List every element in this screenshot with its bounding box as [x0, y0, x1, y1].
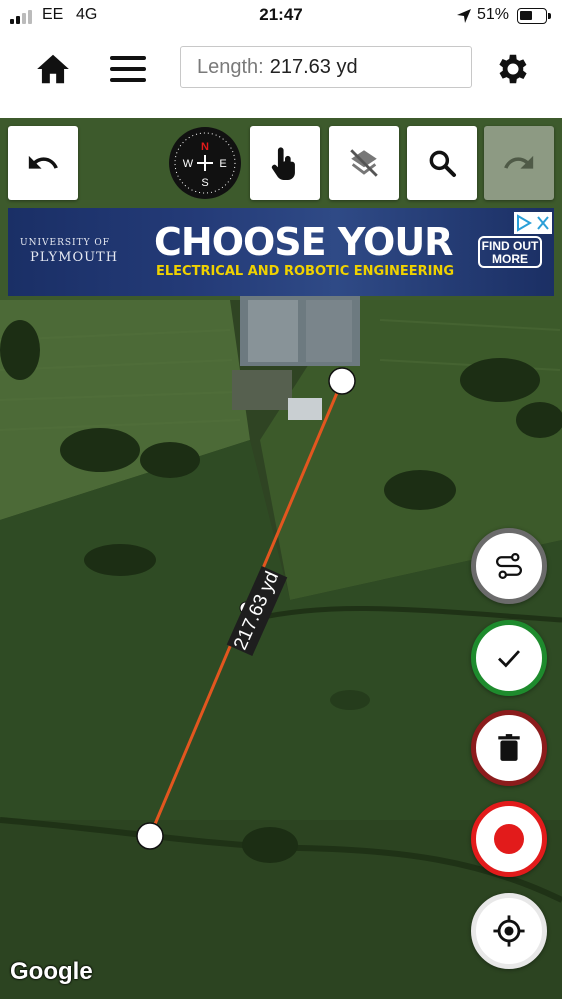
done-button[interactable]: [471, 620, 547, 696]
compass-icon[interactable]: N S W E: [168, 126, 242, 200]
length-value: 217.63 yd: [269, 55, 358, 78]
touch-mode-button[interactable]: [250, 126, 320, 200]
status-bar: EE 4G 21:47 51%: [0, 0, 562, 32]
ad-cta-line2: MORE: [492, 252, 528, 266]
compass-south: S: [201, 177, 208, 189]
ad-banner[interactable]: UNIVERSITY OF PLYMOUTH CHOOSE YOUR ELECT…: [8, 208, 554, 296]
menu-icon[interactable]: [110, 54, 146, 84]
location-arrow-icon: [457, 9, 471, 23]
touch-icon: [271, 147, 295, 180]
compass-west: W: [183, 158, 194, 170]
ad-university-line2: PLYMOUTH: [30, 250, 119, 265]
compass-east: E: [219, 158, 226, 170]
redo-button[interactable]: [484, 126, 554, 200]
check-icon: [498, 650, 521, 668]
crosshair-icon: [493, 915, 525, 947]
ad-cta-button[interactable]: FIND OUT MORE: [478, 236, 542, 268]
battery-icon: [517, 8, 547, 24]
length-label: Length:: [197, 55, 264, 78]
line-endpoint-handle[interactable]: [136, 822, 164, 850]
route-button[interactable]: [471, 528, 547, 604]
length-field: Length: 217.63 yd: [180, 46, 472, 88]
search-icon: [429, 150, 456, 177]
record-icon: [494, 824, 524, 854]
redo-icon: [504, 155, 534, 169]
ad-university-line1: UNIVERSITY OF: [20, 238, 111, 248]
record-button[interactable]: [471, 801, 547, 877]
battery-percent: 51%: [477, 6, 510, 23]
google-attribution: Google: [10, 958, 93, 985]
gear-icon[interactable]: [494, 50, 532, 88]
layers-button[interactable]: [329, 126, 399, 200]
layers-off-icon: [350, 149, 378, 177]
route-icon: [496, 553, 522, 579]
search-button[interactable]: [407, 126, 477, 200]
trash-icon: [498, 734, 520, 761]
ad-subline: ELECTRICAL AND ROBOTIC ENGINEERING: [156, 264, 455, 279]
ad-choices-icon[interactable]: [514, 212, 552, 234]
line-endpoint-handle[interactable]: [328, 367, 356, 395]
undo-button[interactable]: [8, 126, 78, 200]
ad-headline: CHOOSE YOUR: [154, 220, 453, 264]
home-icon[interactable]: [34, 50, 72, 88]
app-toolbar: Length: 217.63 yd: [0, 32, 562, 118]
compass-north: N: [201, 141, 209, 153]
undo-icon: [28, 155, 58, 169]
delete-button[interactable]: [471, 710, 547, 786]
locate-button[interactable]: [471, 893, 547, 969]
